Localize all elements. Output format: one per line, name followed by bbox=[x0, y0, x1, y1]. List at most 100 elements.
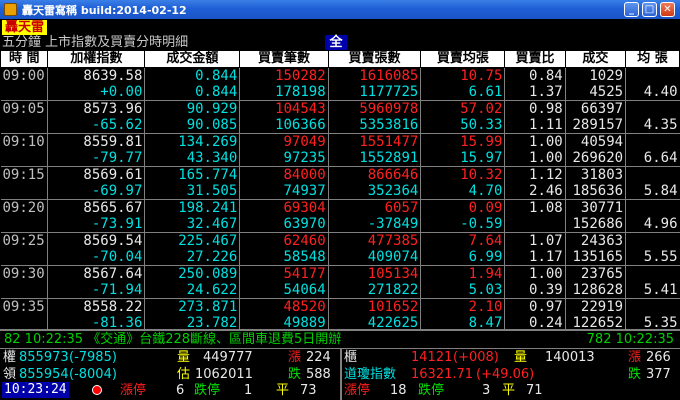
table-row[interactable]: 09:15 8569.61 165.774 84000 866646 10.32 1.12 3… bbox=[0, 166, 680, 183]
cell-change: -69.97 bbox=[47, 183, 145, 200]
limit-down-label: 跌停 bbox=[194, 383, 221, 398]
cell-deal: 31803 bbox=[564, 166, 626, 183]
flat-count: 73 bbox=[300, 383, 317, 398]
app-icon[interactable] bbox=[4, 3, 17, 16]
cell-count: 178198 bbox=[239, 84, 329, 101]
col-volume[interactable]: 買賣張數 bbox=[327, 50, 422, 68]
cell-per bbox=[625, 232, 680, 249]
cell-volume: 271822 bbox=[327, 282, 421, 299]
cell-per bbox=[625, 133, 680, 150]
col-amount[interactable]: 成交金額 bbox=[144, 50, 241, 68]
cell-avg: 0.09 bbox=[420, 199, 505, 216]
otc-flat-label: 平 bbox=[502, 383, 516, 398]
cell-time bbox=[1, 249, 48, 266]
cell-volume: -37849 bbox=[327, 216, 421, 233]
col-count[interactable]: 買賣筆數 bbox=[239, 50, 329, 68]
cell-ratio: 1.00 bbox=[504, 265, 566, 282]
page-title: 五分鐘 上市指數及買賣分時明細 bbox=[2, 35, 189, 50]
cell-volume: 105134 bbox=[327, 265, 421, 282]
cell-deal: 66397 bbox=[564, 100, 626, 117]
table-row[interactable]: 09:10 8559.81 134.269 97049 1551477 15.99 1.00… bbox=[0, 133, 680, 150]
cell-amount: 27.226 bbox=[144, 249, 240, 266]
cell-avg: 15.97 bbox=[420, 150, 505, 167]
cell-amount: 225.467 bbox=[144, 232, 240, 249]
cell-ratio: 1.07 bbox=[504, 232, 566, 249]
otc-limit-down-label: 跌停 bbox=[418, 383, 445, 398]
table-row[interactable]: 09:20 8565.67 198.241 69304 6057 0.09 1.08 3077… bbox=[0, 199, 680, 216]
cell-per: 4.35 bbox=[625, 117, 680, 134]
cell-deal: 30771 bbox=[564, 199, 626, 216]
col-time[interactable]: 時 間 bbox=[0, 50, 49, 68]
table-row[interactable]: -79.77 43.340 97235 1552891 15.97 1.00 269620 6… bbox=[1, 150, 680, 167]
all-button[interactable]: 全 bbox=[325, 35, 347, 50]
col-deal[interactable]: 成交 bbox=[564, 50, 627, 68]
cell-per bbox=[625, 199, 680, 216]
minimize-button[interactable]: _ bbox=[624, 2, 639, 17]
table-row[interactable]: -70.04 27.226 58548 409074 6.99 1.17 135165 5.5… bbox=[1, 249, 680, 266]
cell-deal: 185636 bbox=[564, 183, 626, 200]
cell-index: 8559.81 bbox=[47, 133, 145, 150]
cell-amount: 0.844 bbox=[144, 84, 240, 101]
cell-deal: 152686 bbox=[564, 216, 626, 233]
cell-count: 48520 bbox=[239, 298, 329, 315]
cell-deal: 269620 bbox=[564, 150, 626, 167]
cell-count: 104543 bbox=[239, 100, 329, 117]
table-row[interactable]: 09:30 8567.64 250.089 54177 105134 1.94 1.00 23… bbox=[0, 265, 680, 282]
table-row[interactable]: 09:35 8558.22 273.871 48520 101652 2.10 0.97 22… bbox=[0, 298, 680, 315]
cell-time bbox=[1, 216, 48, 233]
cell-deal: 4525 bbox=[564, 84, 626, 101]
cell-count: 54177 bbox=[239, 265, 329, 282]
alert-dot-icon[interactable] bbox=[92, 385, 102, 395]
cell-change: -73.91 bbox=[47, 216, 145, 233]
cell-avg: 10.32 bbox=[420, 166, 505, 183]
cell-volume: 1616085 bbox=[327, 67, 421, 84]
status-row-3: 10:23:24 漲停 6 跌停 1 平 73 漲停 18 跌停 3 平 71 bbox=[0, 381, 680, 400]
cell-ratio: 0.39 bbox=[504, 282, 566, 299]
cell-time: 09:00 bbox=[0, 67, 48, 84]
close-button[interactable]: ✕ bbox=[660, 2, 675, 17]
otc-limit-down-count: 3 bbox=[482, 383, 491, 398]
cell-time: 09:10 bbox=[0, 133, 48, 150]
news-ticker[interactable]: 82 10:22:35 《交通》台鐵228斷線、區間車退費5日開辦 782 10… bbox=[0, 329, 680, 349]
cell-count: 54064 bbox=[239, 282, 329, 299]
col-ratio[interactable]: 買賣比 bbox=[504, 50, 566, 68]
table-row[interactable]: 09:25 8569.54 225.467 62460 477385 7.64 1.07 24… bbox=[0, 232, 680, 249]
cell-ratio: 2.46 bbox=[504, 183, 566, 200]
cell-index: 8569.61 bbox=[47, 166, 145, 183]
cell-volume: 1551477 bbox=[327, 133, 421, 150]
title-bar[interactable]: 轟天雷寫稱 build:2014-02-12 _ □ ✕ bbox=[0, 0, 680, 19]
cell-deal: 40594 bbox=[564, 133, 626, 150]
table-row[interactable]: -73.91 32.467 63970 -37849 -0.59 152686 4.96 bbox=[1, 216, 680, 233]
table-row[interactable]: +0.00 0.844 178198 1177725 6.61 1.37 4525 4.40 bbox=[1, 84, 680, 101]
subheader: 五分鐘 上市指數及買賣分時明細 全 bbox=[0, 35, 680, 50]
cell-avg: 2.10 bbox=[420, 298, 505, 315]
cell-ratio bbox=[504, 216, 566, 233]
col-per[interactable]: 均 張 bbox=[625, 50, 680, 68]
table-row[interactable]: -65.62 90.085 106366 5353816 50.33 1.11 289157… bbox=[1, 117, 680, 134]
table-row[interactable]: 09:05 8573.96 90.929 104543 5960978 57.02 0.98… bbox=[0, 100, 680, 117]
cell-count: 69304 bbox=[239, 199, 329, 216]
cell-ratio: 1.17 bbox=[504, 249, 566, 266]
cell-amount: 90.085 bbox=[144, 117, 240, 134]
cell-amount: 250.089 bbox=[144, 265, 240, 282]
table-row[interactable]: 09:00 8639.58 0.844 150282 1616085 10.75 0.84 1… bbox=[0, 67, 680, 84]
cell-amount: 31.505 bbox=[144, 183, 240, 200]
cell-per: 6.64 bbox=[625, 150, 680, 167]
cell-change: +0.00 bbox=[47, 84, 145, 101]
cell-per: 4.40 bbox=[625, 84, 680, 101]
maximize-button[interactable]: □ bbox=[642, 2, 657, 17]
table-row[interactable]: -71.94 24.622 54064 271822 5.03 0.39 128628 5.4… bbox=[1, 282, 680, 299]
cell-time bbox=[1, 84, 48, 101]
cell-volume: 409074 bbox=[327, 249, 421, 266]
col-avg[interactable]: 買賣均張 bbox=[420, 50, 506, 68]
col-index[interactable]: 加權指數 bbox=[47, 50, 146, 68]
table-row[interactable]: -69.97 31.505 74937 352364 4.70 2.46 185636 5.8… bbox=[1, 183, 680, 200]
cell-count: 97049 bbox=[239, 133, 329, 150]
cell-volume: 1177725 bbox=[327, 84, 421, 101]
cell-index: 8569.54 bbox=[47, 232, 145, 249]
cell-time bbox=[1, 282, 48, 299]
cell-avg: 15.99 bbox=[420, 133, 505, 150]
cell-volume: 101652 bbox=[327, 298, 421, 315]
cell-per bbox=[625, 265, 680, 282]
cell-amount: 43.340 bbox=[144, 150, 240, 167]
